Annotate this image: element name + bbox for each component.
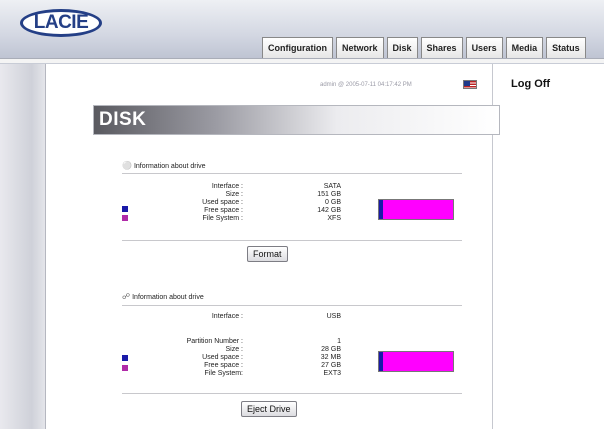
drive-2-free-segment: [383, 352, 453, 371]
drive-1-used-label: Used space :: [202, 199, 243, 206]
drive-1-free-segment: [383, 200, 453, 219]
drive-2-interface-value: USB: [326, 313, 341, 320]
tab-status[interactable]: Status: [546, 37, 586, 58]
drive-1-bottom-divider: [122, 240, 462, 241]
drive-2-free-value: 27 GB: [321, 362, 341, 369]
drive-2-heading: ☍ Information about drive: [122, 292, 204, 301]
drive-1-size-label: Size :: [225, 191, 243, 198]
drive-1-heading-text: Information about drive: [133, 163, 206, 170]
drive-2-bottom-divider: [122, 393, 462, 394]
drive-2-used-value: 32 MB: [320, 354, 341, 361]
drive-1-used-value: 0 GB: [325, 199, 341, 206]
drive-1-free-label: Free space :: [204, 207, 243, 214]
tab-media[interactable]: Media: [505, 37, 544, 58]
logoff-link[interactable]: Log Off: [511, 78, 550, 90]
right-panel: [492, 64, 604, 429]
drive-2-fs-label: File System:: [204, 370, 243, 377]
user-timestamp: admin @ 2005-07-11 04:17:42 PM: [320, 82, 412, 88]
eject-drive-button[interactable]: Eject Drive: [241, 401, 297, 417]
drive-1-fs-value: XFS: [327, 215, 341, 222]
drive-1-free-value: 142 GB: [317, 207, 341, 214]
drive-1-heading: ⚪ Information about drive: [122, 161, 206, 170]
us-flag-icon[interactable]: [463, 80, 477, 89]
drive-2-usage-bar: [378, 351, 454, 372]
drive-2-size-label: Size :: [225, 346, 243, 353]
drive-1-size-value: 151 GB: [317, 191, 341, 198]
tab-shares[interactable]: Shares: [420, 37, 463, 58]
drive-1-usage-bar: [378, 199, 454, 220]
drive-icon: ⚪: [122, 161, 132, 170]
header-banner: LACIE Configuration Network Disk Shares …: [0, 0, 604, 64]
drive-2-used-label: Used space :: [202, 354, 243, 361]
lacie-logo: LACIE: [20, 9, 102, 37]
left-sidebar: [0, 64, 46, 429]
tab-configuration[interactable]: Configuration: [262, 37, 333, 58]
drive-1-top-divider: [122, 173, 462, 174]
tab-network[interactable]: Network: [336, 37, 384, 58]
main-tabs: Configuration Network Disk Shares Users …: [262, 37, 586, 58]
format-button[interactable]: Format: [247, 246, 288, 262]
drive-2-size-value: 28 GB: [321, 346, 341, 353]
page-title-bar: DISK: [93, 105, 500, 135]
drive-2-partition-label: Partition Number :: [186, 338, 243, 345]
drive-2-fs-value: EXT3: [323, 370, 341, 377]
drive-2-interface-label: Interface :: [211, 313, 243, 320]
drive-1-fs-label: File System :: [202, 215, 243, 222]
drive-1-interface-value: SATA: [323, 183, 341, 190]
drive-2-top-divider: [122, 305, 462, 306]
drive-2-partition-value: 1: [337, 338, 341, 345]
drive-1-interface-label: Interface :: [211, 183, 243, 190]
tab-users[interactable]: Users: [465, 37, 503, 58]
tab-disk[interactable]: Disk: [386, 37, 418, 58]
page-title: DISK: [99, 109, 147, 130]
drive-2-free-label: Free space :: [204, 362, 243, 369]
usb-icon: ☍: [122, 292, 131, 301]
drive-2-heading-text: Information about drive: [132, 294, 204, 301]
